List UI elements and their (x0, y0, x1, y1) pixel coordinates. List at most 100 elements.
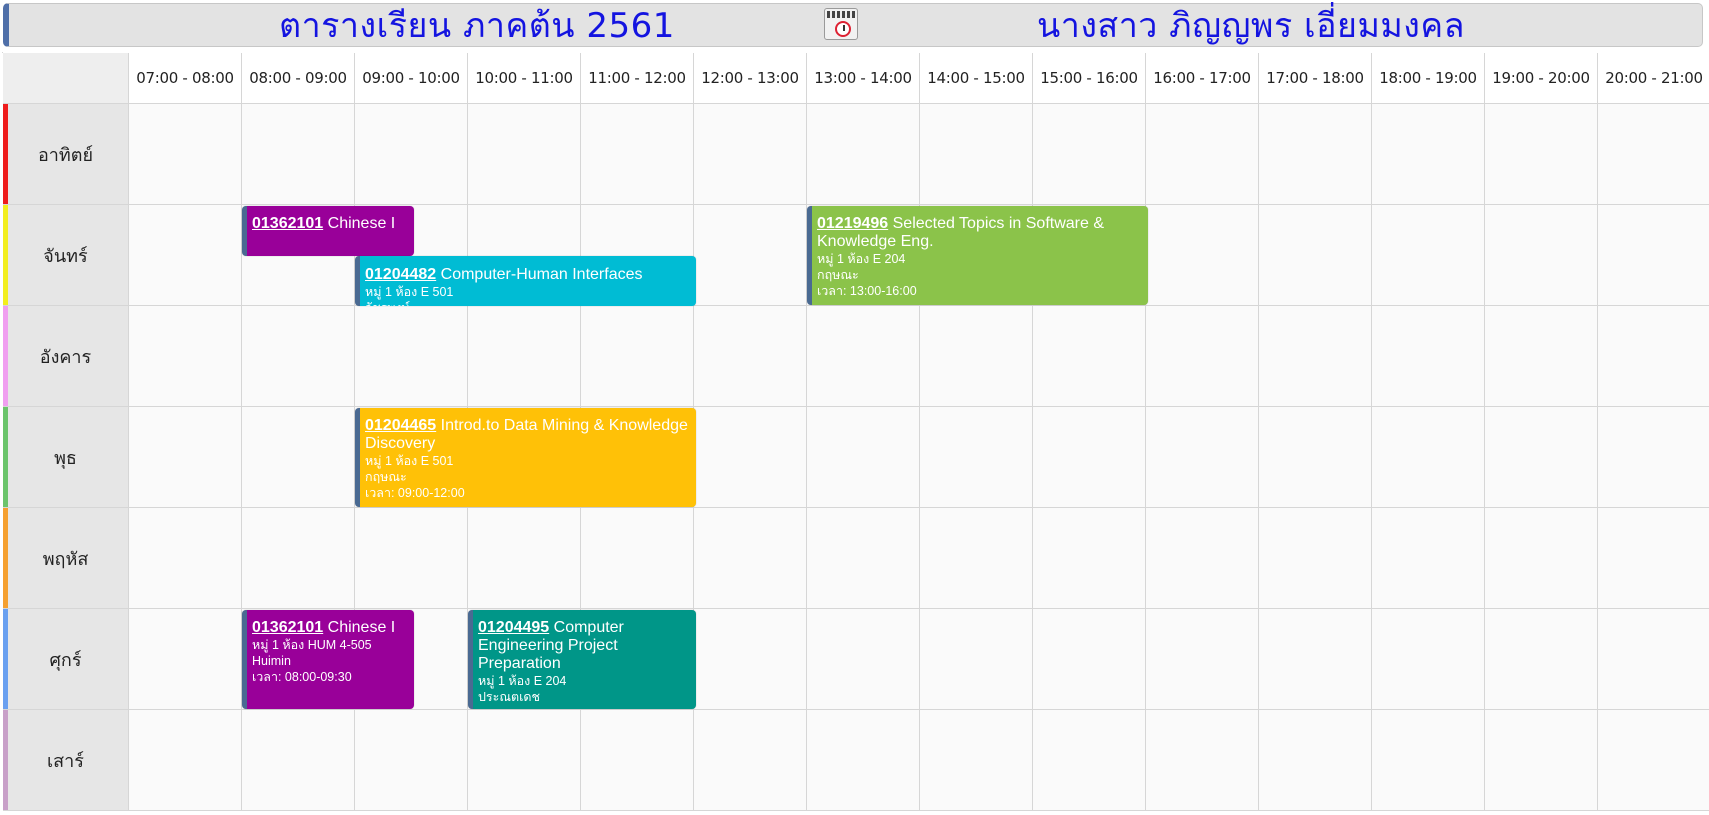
time-cell[interactable] (1146, 609, 1259, 710)
time-cell[interactable] (1372, 508, 1485, 609)
course-code-link[interactable]: 01204482 (365, 266, 436, 283)
time-cell[interactable] (1485, 508, 1598, 609)
time-cell[interactable] (694, 205, 807, 306)
time-cell[interactable] (129, 104, 242, 205)
time-cell[interactable] (1033, 710, 1146, 811)
course-code-link[interactable]: 01204495 (478, 619, 549, 636)
time-cell[interactable] (1372, 710, 1485, 811)
time-cell[interactable] (807, 609, 920, 710)
time-cell[interactable] (129, 508, 242, 609)
course-block[interactable]: 01219496 Selected Topics in Software & K… (807, 206, 1148, 305)
time-cell[interactable] (468, 104, 581, 205)
time-cell[interactable] (129, 609, 242, 710)
time-cell[interactable] (1485, 609, 1598, 710)
course-code-link[interactable]: 01362101 (252, 619, 323, 636)
time-cell[interactable] (1033, 104, 1146, 205)
time-cell[interactable] (129, 205, 242, 306)
time-cell[interactable] (1259, 710, 1372, 811)
time-cell[interactable] (1598, 104, 1709, 205)
time-cell[interactable] (1485, 306, 1598, 407)
time-cell[interactable] (807, 104, 920, 205)
time-cell[interactable] (468, 508, 581, 609)
course-block[interactable]: 01362101 Chinese I (242, 206, 414, 256)
time-cell[interactable] (694, 306, 807, 407)
time-cell[interactable] (1485, 710, 1598, 811)
time-cell[interactable] (807, 508, 920, 609)
course-code-link[interactable]: 01362101 (252, 215, 323, 232)
time-cell[interactable] (242, 104, 355, 205)
time-cell[interactable] (694, 609, 807, 710)
time-cell[interactable] (1485, 104, 1598, 205)
time-cell[interactable] (242, 407, 355, 508)
time-cell[interactable] (1372, 306, 1485, 407)
calendar-clock-icon[interactable] (824, 8, 858, 40)
day-color-bar (3, 205, 8, 305)
time-cell[interactable] (920, 609, 1033, 710)
time-cell[interactable] (1485, 205, 1598, 306)
time-cell[interactable] (694, 710, 807, 811)
time-cell[interactable] (920, 407, 1033, 508)
time-cell[interactable] (1598, 508, 1709, 609)
time-cell[interactable] (581, 710, 694, 811)
time-cell[interactable] (468, 306, 581, 407)
time-cell[interactable] (1598, 609, 1709, 710)
time-cell[interactable] (242, 710, 355, 811)
time-cell[interactable] (1485, 407, 1598, 508)
course-detail: กฤษณะ (365, 470, 407, 484)
time-cell[interactable] (1372, 407, 1485, 508)
time-cell[interactable] (1259, 508, 1372, 609)
time-cell[interactable] (1033, 508, 1146, 609)
course-block[interactable]: 01204495 Computer Engineering Project Pr… (468, 610, 696, 709)
time-cell[interactable] (355, 306, 468, 407)
time-cell[interactable] (1146, 104, 1259, 205)
time-cell[interactable] (1146, 205, 1259, 306)
time-cell[interactable] (1372, 609, 1485, 710)
time-cell[interactable] (1259, 407, 1372, 508)
time-cell[interactable] (242, 306, 355, 407)
time-cell[interactable] (920, 104, 1033, 205)
time-cell[interactable] (694, 508, 807, 609)
time-cell[interactable] (807, 710, 920, 811)
course-block[interactable]: 01362101 Chinese I หมู่ 1 ห้อง HUM 4-505 H… (242, 610, 414, 709)
time-cell[interactable] (1598, 205, 1709, 306)
time-cell[interactable] (920, 306, 1033, 407)
time-cell[interactable] (694, 104, 807, 205)
time-cell[interactable] (920, 710, 1033, 811)
time-cell[interactable] (807, 407, 920, 508)
time-cell[interactable] (1146, 306, 1259, 407)
time-cell[interactable] (1033, 306, 1146, 407)
time-cell[interactable] (1598, 710, 1709, 811)
time-cell[interactable] (129, 407, 242, 508)
time-cell[interactable] (581, 104, 694, 205)
time-cell[interactable] (129, 306, 242, 407)
time-cell[interactable] (129, 710, 242, 811)
time-cell[interactable] (694, 407, 807, 508)
time-cell[interactable] (1146, 508, 1259, 609)
time-cell[interactable] (1372, 205, 1485, 306)
time-cell[interactable] (1033, 609, 1146, 710)
time-cell[interactable] (355, 104, 468, 205)
course-code-link[interactable]: 01204465 (365, 417, 436, 434)
time-cell[interactable] (1259, 205, 1372, 306)
time-cell[interactable] (468, 710, 581, 811)
time-cell[interactable] (1259, 306, 1372, 407)
time-cell[interactable] (920, 508, 1033, 609)
time-cell[interactable] (1259, 609, 1372, 710)
time-cell[interactable] (1146, 407, 1259, 508)
time-cell[interactable] (242, 508, 355, 609)
time-cell[interactable] (581, 306, 694, 407)
time-cell[interactable] (1146, 710, 1259, 811)
time-cell[interactable] (1372, 104, 1485, 205)
time-cell[interactable] (355, 508, 468, 609)
time-cell[interactable] (1598, 306, 1709, 407)
time-cell[interactable] (1259, 104, 1372, 205)
time-cell[interactable] (1033, 407, 1146, 508)
time-cell[interactable] (581, 508, 694, 609)
course-detail: หมู่ 1 ห้อง E 204 (478, 674, 567, 688)
course-block[interactable]: 01204465 Introd.to Data Mining & Knowled… (355, 408, 696, 507)
time-cell[interactable] (1598, 407, 1709, 508)
course-block[interactable]: 01204482 Computer-Human Interfaces หมู่ 1… (355, 256, 696, 306)
time-cell[interactable] (807, 306, 920, 407)
time-cell[interactable] (355, 710, 468, 811)
course-code-link[interactable]: 01219496 (817, 215, 888, 232)
